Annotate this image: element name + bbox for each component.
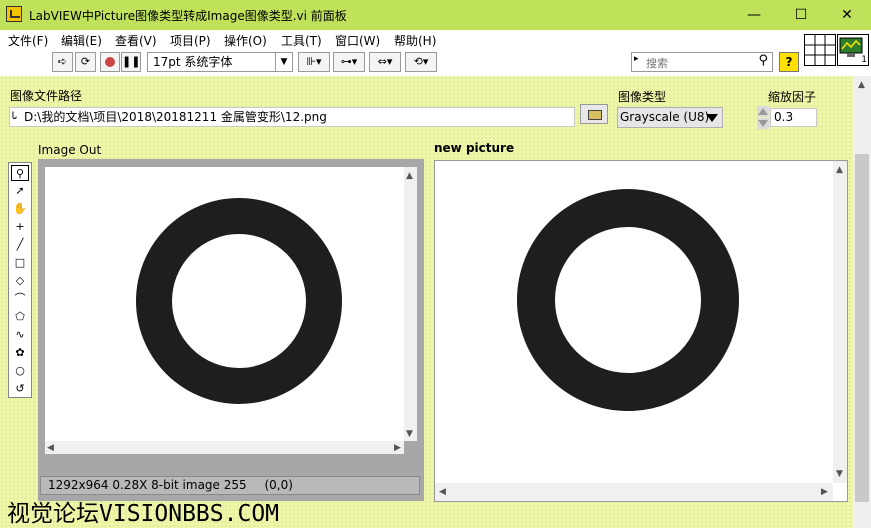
- title-bar: LabVIEW中Picture图像类型转成Image图像类型.vi 前面板 — …: [0, 0, 871, 30]
- front-panel-scrollbar[interactable]: ▲: [853, 76, 871, 528]
- chevron-down-icon: [706, 114, 718, 122]
- scroll-up-icon[interactable]: ▲: [406, 171, 413, 181]
- window-title: LabVIEW中Picture图像类型转成Image图像类型.vi 前面板: [29, 9, 347, 23]
- distribute-objects-icon[interactable]: ⊶▾: [333, 52, 365, 72]
- scroll-up-icon[interactable]: ▲: [836, 165, 843, 175]
- scale-factor-input[interactable]: 0.3: [770, 108, 817, 127]
- search-input[interactable]: [644, 54, 756, 72]
- freehand-line-tool-icon[interactable]: ∿: [11, 327, 29, 343]
- select-arrow-icon[interactable]: ➚: [11, 183, 29, 199]
- menu-file[interactable]: 文件(F): [8, 32, 48, 49]
- new-picture-label: new picture: [434, 141, 515, 155]
- scroll-down-icon[interactable]: ▼: [406, 429, 413, 439]
- abort-icon[interactable]: [100, 52, 120, 72]
- resize-objects-icon[interactable]: ⇔▾: [369, 52, 401, 72]
- image-type-label: 图像类型: [618, 90, 667, 104]
- labview-app-icon[interactable]: [6, 6, 22, 22]
- reorder-icon[interactable]: ⟲▾: [405, 52, 437, 72]
- image-out-label: Image Out: [38, 143, 102, 157]
- oval-tool-icon[interactable]: ○: [11, 363, 29, 379]
- file-path-value: D:\我的文档\项目\2018\20181211 金属管变形\12.png: [24, 110, 327, 124]
- broken-line-tool-icon[interactable]: ↺: [11, 381, 29, 397]
- polygon-tool-icon[interactable]: ⬠: [11, 309, 29, 325]
- image-type-value: Grayscale (U8): [620, 110, 710, 124]
- image-info: 1292x964 0.28X 8-bit image 255: [48, 478, 247, 492]
- file-path-label: 图像文件路径: [10, 89, 83, 103]
- maximize-button[interactable]: ☐: [778, 0, 824, 30]
- run-continuously-icon[interactable]: ⟳: [75, 52, 96, 72]
- menu-project[interactable]: 项目(P): [170, 32, 211, 49]
- image-pixel-coordinate: (0,0): [264, 478, 293, 492]
- vi-icon[interactable]: 1: [837, 34, 869, 66]
- font-selector-value: 17pt 系统字体: [153, 55, 233, 69]
- rectangle-tool-icon[interactable]: □: [11, 255, 29, 271]
- scroll-left-icon[interactable]: ◀: [47, 443, 54, 453]
- menu-edit[interactable]: 编辑(E): [61, 32, 102, 49]
- menu-help[interactable]: 帮助(H): [394, 32, 436, 49]
- decrement-arrow-icon[interactable]: [757, 118, 769, 129]
- freehand-region-tool-icon[interactable]: ✿: [11, 345, 29, 361]
- file-path-control[interactable]: Ꮣ D:\我的文档\项目\2018\20181211 金属管变形\12.png: [9, 107, 575, 127]
- new-picture-vertical-scrollbar[interactable]: ▲ ▼: [833, 161, 847, 483]
- menu-tools[interactable]: 工具(T): [281, 32, 322, 49]
- search-icon[interactable]: ⚲: [758, 53, 768, 68]
- increment-arrow-icon[interactable]: [757, 106, 769, 117]
- browse-folder-button[interactable]: [580, 104, 608, 124]
- image-out-horizontal-scrollbar[interactable]: ◀ ▶: [45, 441, 404, 454]
- scroll-right-icon[interactable]: ▶: [821, 487, 828, 497]
- scroll-thumb[interactable]: [855, 154, 869, 502]
- menu-view[interactable]: 查看(V): [115, 32, 157, 49]
- connector-grid-icon: [805, 35, 835, 65]
- menu-operate[interactable]: 操作(O): [224, 32, 267, 49]
- line-tool-icon[interactable]: ╱: [11, 237, 29, 253]
- toolbar: ➪ ⟳ ❚❚ 17pt 系统字体 ▼ ⊪▾ ⊶▾ ⇔▾ ⟲▾ ▸ ⚲ ?: [0, 50, 800, 76]
- new-picture-display[interactable]: [434, 160, 848, 502]
- image-tools-palette: ⚲ ➚ ✋ + ╱ □ ◇ ⌒ ⬠ ∿ ✿ ○ ↺: [8, 162, 32, 398]
- watermark-text: 视觉论坛VISIONBBS.COM: [7, 501, 280, 527]
- menu-bar: 文件(F) 编辑(E) 查看(V) 项目(P) 操作(O) 工具(T) 窗口(W…: [0, 30, 800, 50]
- scale-increment-decrement[interactable]: [757, 106, 769, 130]
- new-picture-ring-shape: [517, 189, 739, 411]
- scroll-up-icon[interactable]: ▲: [858, 80, 865, 90]
- pause-icon[interactable]: ❚❚: [121, 52, 141, 72]
- scroll-down-icon[interactable]: ▼: [836, 469, 843, 479]
- minimize-button[interactable]: —: [731, 0, 777, 30]
- close-button[interactable]: ✕: [824, 0, 870, 30]
- image-out-display[interactable]: [45, 167, 404, 441]
- search-box[interactable]: ▸ ⚲: [631, 52, 773, 72]
- image-status-bar: 1292x964 0.28X 8-bit image 255 (0,0): [40, 476, 420, 495]
- new-picture-horizontal-scrollbar[interactable]: ◀ ▶: [435, 483, 833, 501]
- image-type-ring[interactable]: Grayscale (U8): [617, 107, 723, 128]
- context-help-button[interactable]: ?: [779, 52, 799, 72]
- point-tool-icon[interactable]: +: [11, 219, 29, 235]
- zoom-tool-icon[interactable]: ⚲: [11, 165, 29, 181]
- annulus-tool-icon[interactable]: ⌒: [11, 291, 29, 307]
- connector-pane[interactable]: [804, 34, 836, 66]
- scroll-left-icon[interactable]: ◀: [439, 487, 446, 497]
- align-objects-icon[interactable]: ⊪▾: [298, 52, 330, 72]
- run-arrow-icon[interactable]: ➪: [52, 52, 73, 72]
- scale-factor-label: 缩放因子: [768, 90, 817, 104]
- image-out-ring-shape: [136, 198, 342, 404]
- chevron-down-icon: ▼: [275, 53, 292, 71]
- image-out-vertical-scrollbar[interactable]: ▲ ▼: [404, 167, 417, 441]
- menu-window[interactable]: 窗口(W): [335, 32, 380, 49]
- search-scope-icon: ▸: [634, 54, 639, 64]
- scroll-right-icon[interactable]: ▶: [394, 443, 401, 453]
- vi-icon-badge: 1: [861, 55, 867, 65]
- path-type-icon: Ꮣ: [12, 111, 18, 122]
- font-selector[interactable]: 17pt 系统字体 ▼: [147, 52, 293, 72]
- pan-hand-icon[interactable]: ✋: [11, 201, 29, 217]
- rotated-rectangle-tool-icon[interactable]: ◇: [11, 273, 29, 289]
